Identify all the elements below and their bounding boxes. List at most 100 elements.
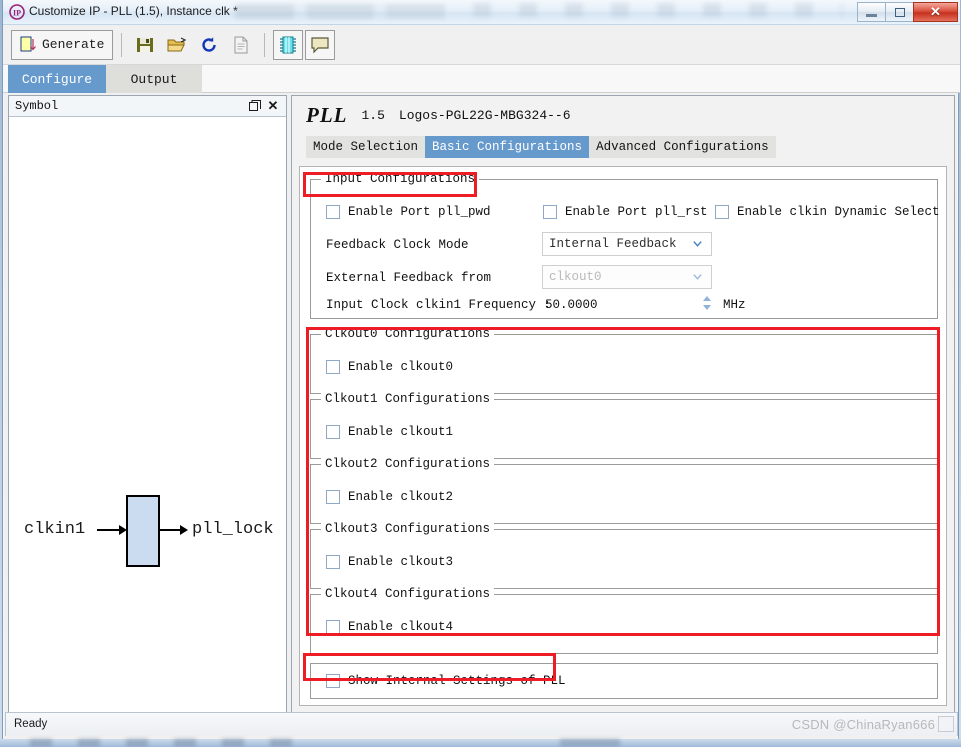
clkout3-configurations-group: Clkout3 Configurations Enable clkout3 <box>310 522 938 589</box>
checkbox-show-internal-settings[interactable]: Show Internal Settings of PLL <box>326 674 566 688</box>
maximize-button[interactable] <box>885 2 914 22</box>
checkbox-label: Enable Port pll_pwd <box>348 205 491 219</box>
title-blurred-menu <box>473 3 843 17</box>
checkbox-enable-clkout1[interactable]: Enable clkout1 <box>326 425 453 439</box>
watermark-label: CSDN @ChinaRyan666 <box>791 717 935 732</box>
symbol-input-port-label: clkin1 <box>24 520 86 539</box>
input-configurations-legend: Input Configurations <box>321 172 480 186</box>
symbol-view-button[interactable] <box>273 29 304 60</box>
chevron-down-icon <box>693 241 702 247</box>
input-clock-frequency-label: Input Clock clkin1 Frequency : <box>326 298 552 312</box>
resize-grip[interactable] <box>938 716 954 732</box>
checkbox-box-icon <box>715 205 729 219</box>
panel-header: PLL 1.5 Logos-PGL22G-MBG324--6 <box>292 96 954 134</box>
clkout1-legend: Clkout1 Configurations <box>321 392 495 406</box>
ip-name-label: PLL <box>306 102 348 127</box>
symbol-output-wire <box>160 529 182 531</box>
document-report-icon <box>234 36 248 53</box>
chevron-down-icon <box>693 274 702 280</box>
symbol-pll-block <box>126 495 160 567</box>
generate-label: Generate <box>42 37 105 52</box>
open-folder-icon <box>167 36 187 51</box>
feedback-clock-mode-value: Internal Feedback <box>549 237 677 251</box>
speech-bubble-icon <box>311 36 330 53</box>
tab-basic-configurations[interactable]: Basic Configurations <box>425 136 590 158</box>
tab-mode-selection-label: Mode Selection <box>313 140 419 154</box>
checkbox-box-icon <box>326 425 340 439</box>
ip-logo-icon: IP <box>9 4 25 20</box>
configuration-panel: PLL 1.5 Logos-PGL22G-MBG324--6 Mode Sele… <box>291 95 955 713</box>
svg-text:IP: IP <box>13 9 21 18</box>
clkout2-configurations-group: Clkout2 Configurations Enable clkout2 <box>310 457 938 524</box>
ip-version-label: 1.5 <box>361 107 385 123</box>
taskbar-blur-right <box>560 739 620 747</box>
symbol-dock-title: Symbol <box>15 99 59 113</box>
refresh-button[interactable] <box>194 30 224 60</box>
frequency-stepper[interactable] <box>701 294 713 312</box>
checkbox-box-icon <box>326 205 340 219</box>
chip-symbol-icon <box>280 36 297 53</box>
checkbox-box-icon <box>326 620 340 634</box>
close-button[interactable]: ✕ <box>913 2 958 22</box>
frequency-unit-label: MHz <box>723 298 746 312</box>
clkout3-legend: Clkout3 Configurations <box>321 522 495 536</box>
external-feedback-from-label: External Feedback from <box>326 271 492 285</box>
feedback-clock-mode-select[interactable]: Internal Feedback <box>542 232 712 256</box>
status-message: Ready <box>14 718 48 730</box>
float-window-button[interactable] <box>248 99 262 113</box>
floppy-save-icon <box>137 37 154 52</box>
save-button[interactable] <box>130 30 160 60</box>
symbol-dock-close-button[interactable]: ✕ <box>266 98 280 113</box>
maximize-icon <box>894 7 905 17</box>
checkbox-box-icon <box>326 360 340 374</box>
tab-output[interactable]: Output <box>106 65 202 93</box>
toolbar-separator-2 <box>264 32 266 57</box>
minimize-icon <box>866 13 877 17</box>
input-clock-frequency-value[interactable]: 50.0000 <box>545 298 598 312</box>
message-button[interactable] <box>305 29 336 60</box>
taskbar-blur-left <box>30 739 310 747</box>
symbol-output-arrow-icon <box>180 525 188 535</box>
checkbox-label: Enable Port pll_rst <box>565 205 708 219</box>
symbol-canvas[interactable]: clkin1 pll_lock <box>9 117 286 712</box>
checkbox-enable-port-pll-rst[interactable]: Enable Port pll_rst <box>543 205 708 219</box>
clkout2-legend: Clkout2 Configurations <box>321 457 495 471</box>
report-button[interactable] <box>226 30 256 60</box>
toolbar-separator-1 <box>121 32 123 57</box>
window-title: Customize IP - PLL (1.5), Instance clk * <box>29 4 238 18</box>
checkbox-box-icon <box>326 490 340 504</box>
tab-advanced-configurations-label: Advanced Configurations <box>596 140 769 154</box>
checkbox-enable-clkout0[interactable]: Enable clkout0 <box>326 360 453 374</box>
close-icon: ✕ <box>267 98 279 113</box>
external-feedback-from-value: clkout0 <box>549 270 602 284</box>
checkbox-enable-clkout4[interactable]: Enable clkout4 <box>326 620 453 634</box>
float-window-icon <box>249 100 261 111</box>
generate-button[interactable]: Generate <box>11 29 114 60</box>
symbol-dock-header: Symbol ✕ <box>9 96 286 117</box>
checkbox-enable-clkout3[interactable]: Enable clkout3 <box>326 555 453 569</box>
tab-configure-label: Configure <box>21 71 93 87</box>
customize-ip-window: IP Customize IP - PLL (1.5), Instance cl… <box>2 0 960 745</box>
close-icon: ✕ <box>930 4 941 19</box>
generate-icon <box>20 36 36 51</box>
application-window: IP Customize IP - PLL (1.5), Instance cl… <box>0 0 961 747</box>
checkbox-box-icon <box>326 555 340 569</box>
tab-configure[interactable]: Configure <box>8 65 106 93</box>
minimize-button[interactable] <box>857 2 886 22</box>
toolbar: Generate <box>3 25 960 65</box>
symbol-output-port-label: pll_lock <box>192 520 274 539</box>
checkbox-label: Enable clkin Dynamic Select <box>737 205 940 219</box>
tab-mode-selection[interactable]: Mode Selection <box>306 136 426 158</box>
checkbox-enable-port-pll-pwd[interactable]: Enable Port pll_pwd <box>326 205 491 219</box>
external-feedback-from-select[interactable]: clkout0 <box>542 265 712 289</box>
title-blurred-path <box>235 4 445 19</box>
open-button[interactable] <box>162 30 192 60</box>
checkbox-enable-clkout2[interactable]: Enable clkout2 <box>326 490 453 504</box>
configuration-sub-tabs: Mode Selection Basic Configurations Adva… <box>306 136 776 158</box>
clkout0-configurations-group: Clkout0 Configurations Enable clkout0 <box>310 327 938 394</box>
tab-advanced-configurations[interactable]: Advanced Configurations <box>589 136 776 158</box>
checkbox-box-icon <box>543 205 557 219</box>
checkbox-enable-clkin-dynamic-select[interactable]: Enable clkin Dynamic Select <box>715 205 940 219</box>
clkout4-configurations-group: Clkout4 Configurations Enable clkout4 <box>310 587 938 654</box>
title-bar: IP Customize IP - PLL (1.5), Instance cl… <box>3 0 960 25</box>
